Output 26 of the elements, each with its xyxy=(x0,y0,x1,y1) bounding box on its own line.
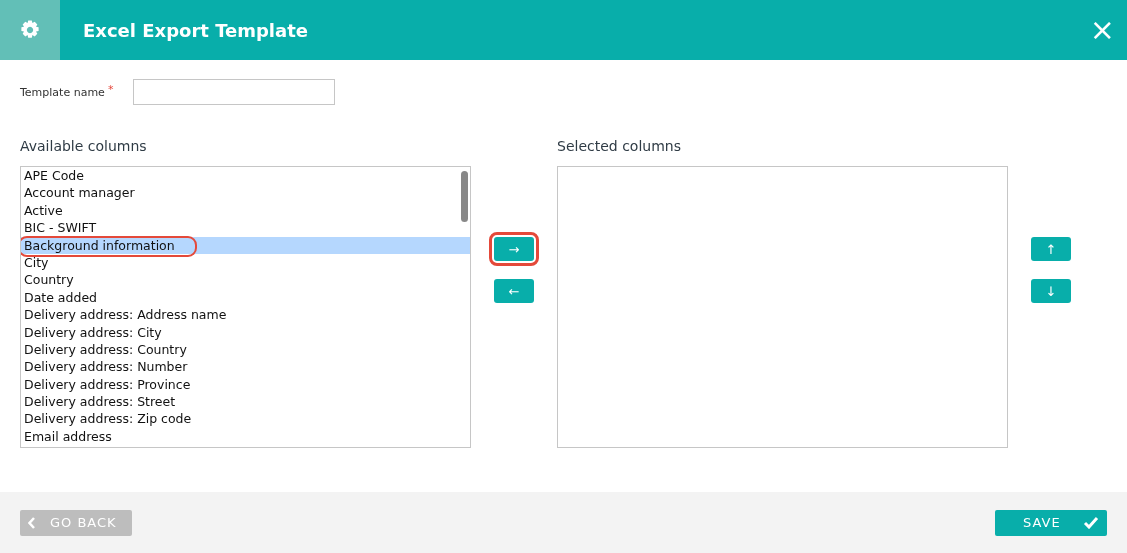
chevron-left-icon xyxy=(28,516,36,529)
list-item[interactable]: Email address xyxy=(21,427,470,446)
input-field[interactable] xyxy=(133,79,335,105)
section-title: Available columns xyxy=(20,138,148,154)
scrollbar-thumb[interactable] xyxy=(461,171,468,222)
list-item[interactable]: Active xyxy=(21,201,470,220)
field-label: Template name xyxy=(20,85,105,99)
list-item[interactable]: Delivery address: Address name xyxy=(21,306,470,324)
list-item[interactable]: Date added xyxy=(21,288,470,307)
list-item[interactable]: APE Code xyxy=(21,167,470,185)
list-item[interactable]: Delivery address: City xyxy=(21,323,470,341)
settings-icon[interactable] xyxy=(20,20,40,40)
list-item[interactable]: Delivery address: Number xyxy=(21,358,470,376)
list-item[interactable]: Delivery address: Zip code xyxy=(21,410,470,428)
list-item[interactable]: Background information xyxy=(21,236,470,254)
list-item[interactable]: BIC - SWIFT xyxy=(21,219,470,237)
list-item[interactable]: Country xyxy=(21,271,470,289)
list-item[interactable]: Delivery address: Province xyxy=(21,375,470,394)
list-item[interactable]: Delivery address: Street xyxy=(21,393,470,411)
section-title: Selected columns xyxy=(557,138,682,154)
list-item[interactable]: Account manager xyxy=(21,184,470,202)
list-item[interactable]: City xyxy=(21,253,470,272)
check-icon xyxy=(1083,516,1099,529)
required-mark: * xyxy=(107,82,114,96)
list-item[interactable]: Delivery address: Country xyxy=(21,340,470,359)
window-title: Excel Export Template xyxy=(83,19,309,41)
